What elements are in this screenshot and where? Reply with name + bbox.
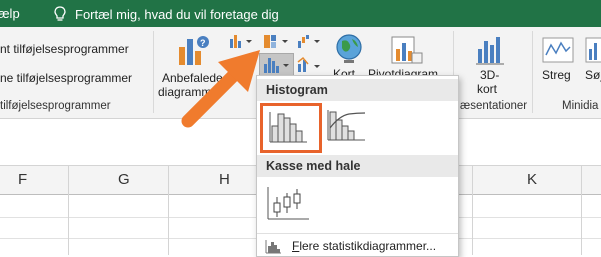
addins-group-label: tilføjelsesprogrammer [0, 100, 111, 112]
sparkline-line-icon[interactable] [542, 35, 574, 65]
tell-me-text: Fortæl mig, hvad du vil foretage dig [75, 6, 279, 22]
statistic-chart-small-icon [265, 240, 281, 254]
column-header-k[interactable]: K [527, 171, 537, 188]
histogram-section-title: Histogram [266, 83, 328, 97]
grid-column-line [68, 194, 69, 255]
column-header-f[interactable]: F [18, 171, 27, 188]
tours-group-label: æsentationer [460, 100, 528, 112]
pareto-icon [327, 110, 366, 141]
box-whisker-icon [267, 187, 309, 220]
3d-map-label-1[interactable]: 3D- [480, 68, 499, 82]
column-divider [472, 166, 473, 194]
group-separator [532, 31, 533, 113]
column-header-g[interactable]: G [118, 171, 130, 188]
menu-divider [257, 233, 458, 234]
sparklines-group-label: Minidia [562, 100, 599, 112]
3d-map-icon[interactable] [474, 33, 506, 67]
box-whisker-option[interactable] [265, 183, 311, 225]
maps-icon[interactable] [332, 31, 366, 65]
3d-map-label-2[interactable]: kort [477, 82, 497, 96]
ribbon-tab-bar: ælp Fortæl mig, hvad du vil foretage dig [0, 0, 601, 27]
lightbulb-icon [54, 6, 66, 21]
histogram-option[interactable] [260, 103, 322, 153]
histogram-icon [269, 112, 307, 143]
grid-column-line [168, 194, 169, 255]
get-addins-button[interactable]: nt tilføjelsesprogrammer [0, 42, 129, 56]
column-header-h[interactable]: H [219, 171, 230, 188]
column-divider [168, 166, 169, 194]
pointer-arrow-annotation [181, 50, 260, 128]
tell-me-box[interactable]: Fortæl mig, hvad du vil foretage dig [51, 5, 279, 23]
more-statistic-charts-item[interactable]: Flere statistikdiagrammer... [264, 237, 454, 255]
box-whisker-section-header: Kasse med hale [257, 155, 458, 177]
histogram-section-header: Histogram [257, 79, 458, 101]
more-statistic-charts-label: Flere statistikdiagrammer... [292, 239, 436, 253]
box-whisker-section-title: Kasse med hale [266, 159, 361, 173]
hierarchy-chart-icon[interactable] [262, 33, 292, 49]
grid-column-line [472, 194, 473, 255]
pareto-option[interactable] [325, 106, 367, 148]
group-separator [153, 31, 154, 113]
my-addins-button[interactable]: ne tilføjelsesprogrammer [0, 71, 132, 85]
grid-column-line [581, 194, 582, 255]
combo-chart-icon[interactable] [296, 56, 324, 74]
column-divider [68, 166, 69, 194]
tab-help[interactable]: ælp [0, 6, 20, 21]
statistic-chart-dropdown: Histogram Kasse med hale Flere statistik… [256, 75, 459, 257]
more-statistic-charts-text: lere statistikdiagrammer... [299, 239, 437, 253]
waterfall-chart-icon[interactable] [296, 33, 324, 49]
column-divider [581, 166, 582, 194]
sparkline-line-label[interactable]: Streg [542, 68, 571, 82]
sparkline-column-icon[interactable] [585, 35, 601, 65]
pivot-chart-icon[interactable] [390, 35, 424, 65]
sparkline-column-label[interactable]: Søj [585, 68, 601, 82]
